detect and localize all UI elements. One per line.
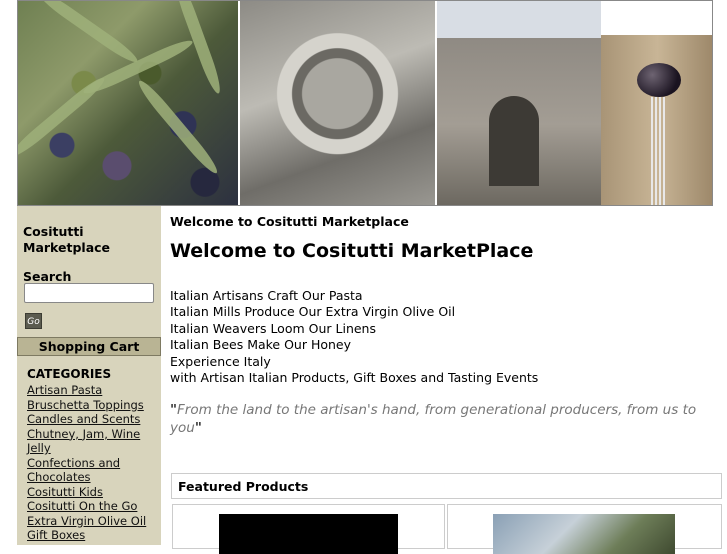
product-card[interactable] <box>447 504 722 554</box>
intro-line: Italian Weavers Loom Our Linens <box>170 320 376 336</box>
page-title: Welcome to Cositutti MarketPlace <box>170 240 534 262</box>
category-list: Artisan Pasta Bruschetta Toppings Candle… <box>27 383 157 543</box>
product-image[interactable] <box>219 514 398 554</box>
list-item: Candles and Scents <box>27 412 157 427</box>
header-banner <box>17 0 713 206</box>
category-link-extra-virgin-olive-oil[interactable]: Extra Virgin Olive Oil <box>27 514 146 528</box>
category-link-chutney-jam-wine-jelly[interactable]: Chutney, Jam, Wine Jelly <box>27 427 140 456</box>
list-item: Cositutti On the Go <box>27 499 157 514</box>
breadcrumb: Welcome to Cositutti Marketplace <box>170 214 409 229</box>
list-item: Gift Boxes <box>27 528 157 543</box>
category-link-artisan-pasta[interactable]: Artisan Pasta <box>27 383 102 397</box>
quote-open-mark: " <box>170 402 178 418</box>
list-item: Artisan Pasta <box>27 383 157 398</box>
intro-line: Experience Italy <box>170 353 271 369</box>
featured-products-label: Featured Products <box>178 479 309 494</box>
search-label: Search <box>23 269 72 284</box>
tagline-quote: "From the land to the artisan's hand, fr… <box>170 401 722 437</box>
category-link-cositutti-kids[interactable]: Cositutti Kids <box>27 485 103 499</box>
product-card[interactable] <box>172 504 445 554</box>
list-item: Chutney, Jam, Wine Jelly <box>27 427 157 456</box>
olive-fork-photo <box>601 35 712 205</box>
search-input[interactable] <box>24 283 154 303</box>
stone-carving-photo <box>240 1 435 205</box>
list-item: Extra Virgin Olive Oil <box>27 514 157 529</box>
product-image[interactable] <box>493 514 675 554</box>
intro-line: with Artisan Italian Products, Gift Boxe… <box>170 370 539 386</box>
shopping-cart-link[interactable]: Shopping Cart <box>17 337 161 356</box>
stone-arch-photo <box>437 1 601 205</box>
olives-photo <box>18 1 238 205</box>
category-link-gift-boxes[interactable]: Gift Boxes <box>27 528 85 542</box>
quote-close-mark: " <box>194 420 202 436</box>
quote-text: From the land to the artisan's hand, fro… <box>170 402 697 436</box>
category-link-candles-and-scents[interactable]: Candles and Scents <box>27 412 140 426</box>
list-item: Cositutti Kids <box>27 485 157 500</box>
category-link-cositutti-on-the-go[interactable]: Cositutti On the Go <box>27 499 137 513</box>
sidebar: Cositutti Marketplace Search Go Shopping… <box>17 206 161 545</box>
list-item: Confections and Chocolates <box>27 456 157 485</box>
site-name: Cositutti Marketplace <box>23 224 111 255</box>
category-link-bruschetta-toppings[interactable]: Bruschetta Toppings <box>27 398 144 412</box>
go-button[interactable]: Go <box>25 313 42 329</box>
intro-line: Italian Mills Produce Our Extra Virgin O… <box>170 304 456 320</box>
intro-line: Italian Artisans Craft Our Pasta <box>170 288 363 303</box>
categories-heading: CATEGORIES <box>27 367 112 381</box>
intro-text: Italian Artisans Craft Our Pasta Italian… <box>170 288 538 386</box>
featured-products-header: Featured Products <box>171 473 722 499</box>
intro-line: Italian Bees Make Our Honey <box>170 337 352 353</box>
list-item: Bruschetta Toppings <box>27 398 157 413</box>
category-link-confections-and-chocolates[interactable]: Confections and Chocolates <box>27 456 120 485</box>
